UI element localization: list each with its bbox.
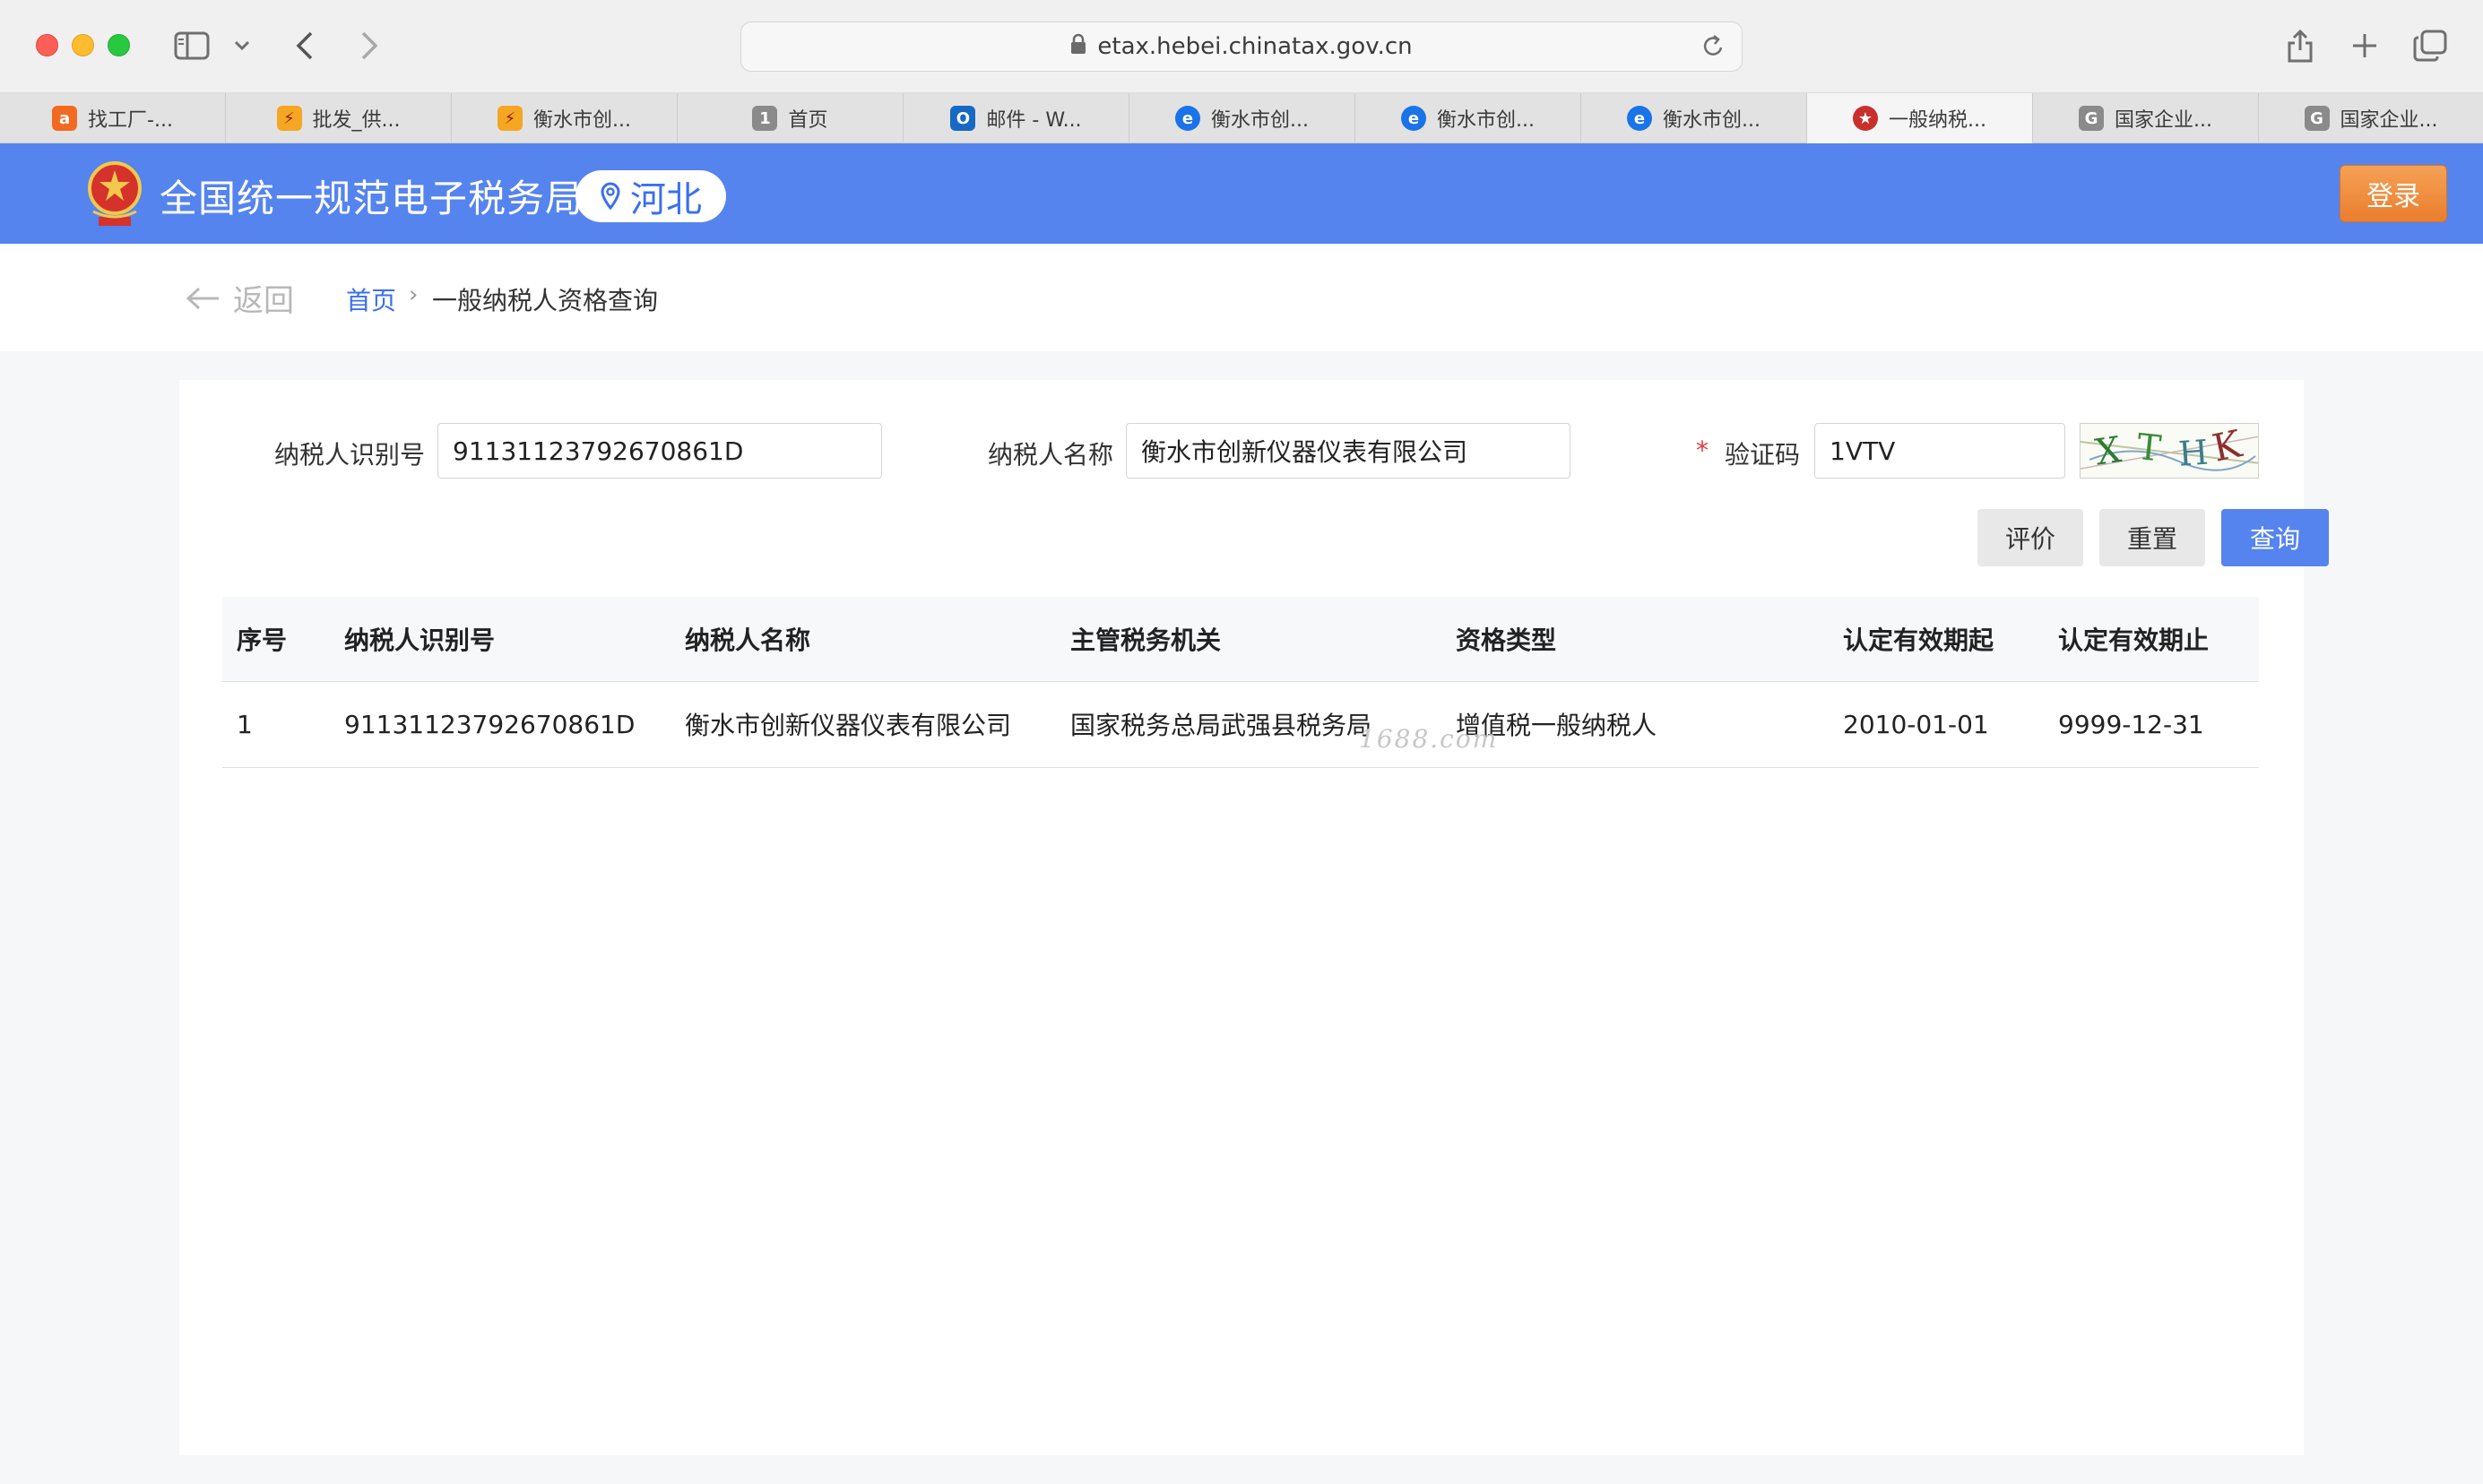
watermark: 1688.com: [1359, 724, 1499, 754]
browser-tab-active[interactable]: ★ 一般纳税...: [1807, 93, 2033, 143]
url-text: etax.hebei.chinatax.gov.cn: [1097, 33, 1413, 60]
table-cell: 2010-01-01: [1829, 681, 2044, 768]
taxpayer-name-input[interactable]: [1126, 423, 1570, 479]
reload-icon[interactable]: [1700, 33, 1726, 66]
evaluate-button[interactable]: 评价: [1977, 509, 2083, 566]
wholesale-icon: ⚡: [276, 106, 302, 131]
taxpayer-id-input[interactable]: [437, 423, 882, 479]
wholesale-icon: ⚡: [497, 106, 523, 131]
captcha-label: 验证码: [1725, 440, 1801, 470]
site-header: 全国统一规范电子税务局 河北 登录: [0, 143, 2483, 244]
left-arrow-icon: [186, 287, 219, 309]
browser-tab[interactable]: ⚡ 批发_供...: [226, 93, 452, 143]
captcha-char: X: [2093, 429, 2124, 474]
captcha-char: K: [2209, 424, 2246, 470]
browser-tab[interactable]: a 找工厂-...: [0, 93, 226, 143]
table-cell: 9999-12-31: [2044, 681, 2259, 768]
browser-tab[interactable]: G 国家企业...: [2259, 93, 2483, 143]
breadcrumb-current: 一般纳税人资格查询: [432, 286, 659, 315]
browser-tab[interactable]: 1 首页: [678, 93, 904, 143]
back-link[interactable]: 返回: [185, 276, 294, 320]
table-row: 1 91131123792670861D 衡水市创新仪器仪表有限公司 国家税务总…: [222, 681, 2259, 768]
minimize-window-button[interactable]: [72, 34, 94, 56]
outlook-icon: O: [950, 106, 976, 131]
query-panel: 纳税人识别号 纳税人名称 * 验证码 X T H K 评价 重置 查询 序号 纳…: [179, 380, 2329, 1455]
browser-tab[interactable]: ⚡ 衡水市创...: [452, 93, 678, 143]
browser-toolbar: etax.hebei.chinatax.gov.cn: [0, 0, 2483, 93]
captcha-char: T: [2135, 427, 2164, 470]
region-selector[interactable]: 河北: [575, 170, 726, 222]
column-header: 主管税务机关: [1056, 597, 1441, 682]
close-window-button[interactable]: [36, 34, 58, 56]
reset-button[interactable]: 重置: [2099, 509, 2205, 566]
table-cell: 增值税一般纳税人: [1441, 681, 1829, 768]
browser-tab[interactable]: O 邮件 - W...: [904, 93, 1129, 143]
zoom-window-button[interactable]: [108, 34, 130, 56]
column-header: 序号: [222, 597, 330, 682]
back-arrow-icon[interactable]: [287, 25, 323, 66]
query-button[interactable]: 查询: [2221, 509, 2329, 566]
captcha-char: H: [2177, 432, 2210, 473]
required-star: *: [1696, 436, 1709, 465]
g-icon: G: [2079, 106, 2104, 131]
table-cell: 1: [222, 681, 330, 768]
browser-tab[interactable]: e 衡水市创...: [1355, 93, 1581, 143]
edge-icon: e: [1401, 106, 1426, 131]
breadcrumb: 返回 首页 › 一般纳税人资格查询: [0, 244, 2483, 351]
sidebar-toggle-icon[interactable]: [172, 25, 212, 66]
taxpayer-name-label: 纳税人名称: [988, 440, 1114, 470]
lock-icon: [1070, 33, 1086, 61]
captcha-input[interactable]: [1814, 423, 2065, 479]
column-header: 纳税人名称: [670, 597, 1056, 682]
chevron-down-icon[interactable]: [229, 25, 255, 66]
edge-icon: e: [1627, 106, 1652, 131]
tab-strip: a 找工厂-... ⚡ 批发_供... ⚡ 衡水市创... 1 首页 O 邮件 - W..…: [0, 93, 2483, 143]
back-label: 返回: [233, 283, 294, 319]
share-icon[interactable]: [2280, 25, 2320, 66]
login-button[interactable]: 登录: [2340, 165, 2447, 222]
forward-arrow-icon[interactable]: [351, 25, 387, 66]
table-header-row: 序号 纳税人识别号 纳税人名称 主管税务机关 资格类型 认定有效期起 认定有效期…: [222, 597, 2259, 682]
browser-tab[interactable]: e 衡水市创...: [1129, 93, 1355, 143]
g-icon: G: [2304, 106, 2330, 131]
alibaba-icon: a: [52, 106, 78, 131]
edge-icon: e: [1175, 106, 1200, 131]
browser-tab[interactable]: e 衡水市创...: [1581, 93, 1807, 143]
region-label: 河北: [630, 179, 702, 220]
captcha-image[interactable]: X T H K: [2080, 423, 2259, 479]
table-cell: 91131123792670861D: [330, 681, 670, 768]
taxpayer-id-label: 纳税人识别号: [274, 440, 426, 470]
tax-emblem-icon: [86, 158, 143, 231]
table-cell: 衡水市创新仪器仪表有限公司: [670, 681, 1056, 768]
column-header: 纳税人识别号: [330, 597, 670, 682]
column-header: 认定有效期起: [1829, 597, 2044, 682]
breadcrumb-separator: ›: [409, 281, 419, 308]
plus-icon[interactable]: [2345, 25, 2384, 66]
column-header: 认定有效期止: [2044, 597, 2259, 682]
breadcrumb-home-link[interactable]: 首页: [346, 281, 396, 317]
tab-overview-icon[interactable]: [2409, 25, 2451, 66]
browser-tab[interactable]: G 国家企业...: [2033, 93, 2259, 143]
column-header: 资格类型: [1441, 597, 1829, 682]
number-one-icon: 1: [752, 106, 778, 131]
location-pin-icon: [601, 182, 620, 211]
results-table: 序号 纳税人识别号 纳税人名称 主管税务机关 资格类型 认定有效期起 认定有效期…: [222, 597, 2259, 768]
site-title: 全国统一规范电子税务局: [160, 177, 584, 220]
address-bar[interactable]: etax.hebei.chinatax.gov.cn: [740, 22, 1743, 72]
tax-emblem-icon: ★: [1853, 106, 1878, 131]
